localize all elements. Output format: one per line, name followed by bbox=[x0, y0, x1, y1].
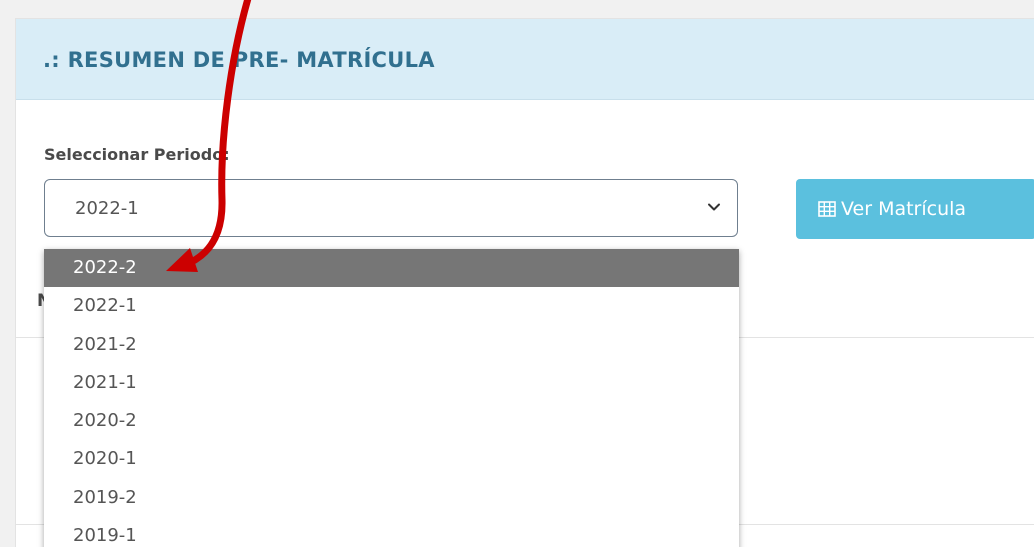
period-dropdown-list[interactable]: 2022-2 2022-1 2021-2 2021-1 2020-2 2020-… bbox=[44, 249, 739, 547]
view-enrollment-button[interactable]: Ver Matrícula bbox=[796, 179, 1034, 239]
dropdown-option[interactable]: 2022-2 bbox=[44, 249, 739, 288]
dropdown-option[interactable]: 2022-1 bbox=[44, 287, 739, 325]
dropdown-option[interactable]: 2020-1 bbox=[44, 440, 739, 478]
dropdown-option[interactable]: 2021-2 bbox=[44, 326, 739, 364]
dropdown-option[interactable]: 2019-2 bbox=[44, 479, 739, 517]
panel-header: .: RESUMEN DE PRE- MATRÍCULA bbox=[16, 19, 1034, 100]
dropdown-option[interactable]: 2019-1 bbox=[44, 517, 739, 547]
dropdown-option[interactable]: 2020-2 bbox=[44, 402, 739, 440]
period-select[interactable]: 2022-1 bbox=[44, 179, 738, 237]
period-select-value: 2022-1 bbox=[75, 198, 139, 219]
dropdown-option[interactable]: 2021-1 bbox=[44, 364, 739, 402]
chevron-down-icon bbox=[708, 203, 720, 211]
view-enrollment-button-label: Ver Matrícula bbox=[841, 198, 967, 220]
table-icon bbox=[818, 201, 836, 217]
screen: .: RESUMEN DE PRE- MATRÍCULA Seleccionar… bbox=[0, 0, 1034, 547]
period-select-label: Seleccionar Periodo: bbox=[44, 145, 230, 164]
panel-title: .: RESUMEN DE PRE- MATRÍCULA bbox=[43, 48, 435, 72]
